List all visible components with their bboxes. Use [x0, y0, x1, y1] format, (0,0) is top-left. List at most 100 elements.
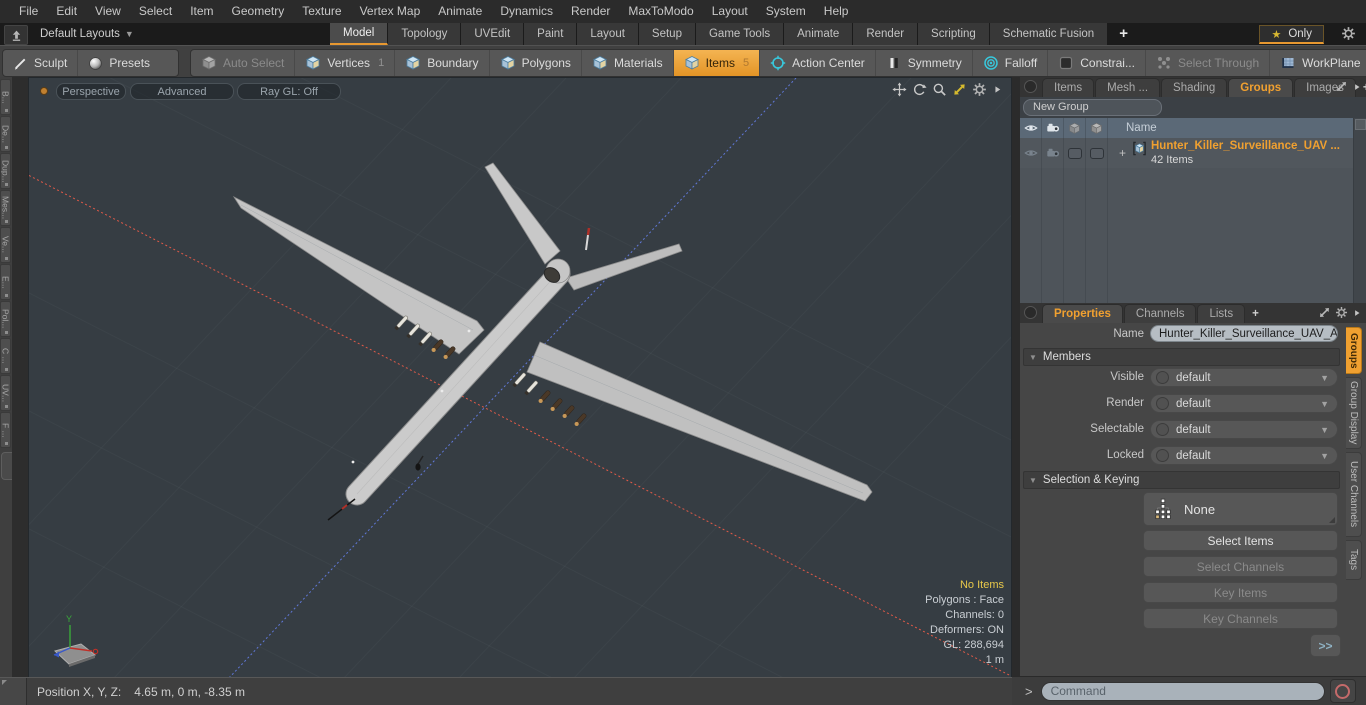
- locked-dropdown[interactable]: default ▼: [1150, 446, 1338, 465]
- expand-panel-icon[interactable]: [1335, 80, 1348, 93]
- group-list-item-row[interactable]: + Hunter_Killer_Surveillance_UAV ... 42 …: [1020, 138, 1354, 168]
- group-item-name[interactable]: Hunter_Killer_Surveillance_UAV ...: [1151, 140, 1340, 152]
- menu-dynamics[interactable]: Dynamics: [491, 0, 562, 23]
- members-section-header[interactable]: ▼ Members: [1023, 348, 1340, 366]
- menu-vertex-map[interactable]: Vertex Map: [351, 0, 430, 23]
- select-items-button[interactable]: Select Items: [1143, 530, 1338, 551]
- menu-file[interactable]: File: [10, 0, 47, 23]
- left-tab-edge[interactable]: E...: [0, 264, 11, 300]
- channel-circle-icon[interactable]: [1156, 449, 1169, 462]
- layout-tab-model[interactable]: Model: [330, 23, 389, 45]
- polygons-button[interactable]: Polygons: [490, 50, 582, 76]
- layout-tab-setup[interactable]: Setup: [638, 23, 696, 45]
- item-visibility-toggle[interactable]: [1020, 138, 1042, 168]
- panel-gear-icon[interactable]: [1335, 306, 1348, 319]
- render-dropdown[interactable]: default ▼: [1150, 394, 1338, 413]
- more-options-button[interactable]: >>: [1310, 634, 1341, 657]
- layout-tab-uvedit[interactable]: UVEdit: [461, 23, 525, 45]
- left-tab-uv[interactable]: UV...: [0, 375, 11, 411]
- layout-tab-add[interactable]: +: [1108, 23, 1140, 45]
- side-tab-group-display[interactable]: Group Display: [1346, 377, 1362, 449]
- menu-help[interactable]: Help: [815, 0, 858, 23]
- menu-layout[interactable]: Layout: [703, 0, 757, 23]
- group-list-scrollbar[interactable]: [1353, 118, 1366, 303]
- visible-dropdown[interactable]: default ▼: [1150, 368, 1338, 387]
- menu-edit[interactable]: Edit: [47, 0, 86, 23]
- zoom-icon[interactable]: [932, 82, 947, 97]
- tab-lists[interactable]: Lists: [1197, 304, 1246, 323]
- item-checkbox-2[interactable]: [1086, 138, 1108, 168]
- cube-column-header[interactable]: [1086, 118, 1108, 138]
- layout-tab-topology[interactable]: Topology: [388, 23, 462, 45]
- left-tab-basic[interactable]: B...: [0, 79, 11, 115]
- tab-shading[interactable]: Shading: [1161, 78, 1228, 97]
- group-name-input[interactable]: Hunter_Killer_Surveillance_UAV_Arme: [1150, 325, 1338, 342]
- status-corner-handle[interactable]: [0, 678, 27, 705]
- key-items-button[interactable]: Key Items: [1143, 582, 1338, 603]
- left-tab-vertex[interactable]: Ve...: [0, 227, 11, 263]
- pan-icon[interactable]: [892, 82, 907, 97]
- viewport-more-icon[interactable]: [992, 84, 1003, 95]
- select-channels-button[interactable]: Select Channels: [1143, 556, 1338, 577]
- boundary-button[interactable]: Boundary: [395, 50, 490, 76]
- menu-system[interactable]: System: [757, 0, 815, 23]
- left-tab-curves[interactable]: C ...: [0, 338, 11, 374]
- presets-button[interactable]: Presets: [78, 50, 178, 76]
- layout-tab-render[interactable]: Render: [853, 23, 919, 45]
- tab-properties[interactable]: Properties: [1042, 304, 1123, 323]
- layout-tab-game-tools[interactable]: Game Tools: [695, 23, 785, 45]
- menu-render[interactable]: Render: [562, 0, 619, 23]
- maximize-icon[interactable]: [952, 82, 967, 97]
- left-tab-falloffs[interactable]: F ...: [0, 412, 11, 448]
- channel-circle-icon[interactable]: [1156, 423, 1169, 436]
- channel-circle-icon[interactable]: [1156, 371, 1169, 384]
- viewport-3d[interactable]: Y Perspective Advanced Ray GL: Off No It…: [28, 77, 1012, 678]
- viewport-settings-gear-icon[interactable]: [972, 82, 987, 97]
- ray-gl-button[interactable]: Ray GL: Off: [237, 83, 341, 100]
- name-column-header[interactable]: Name: [1126, 122, 1157, 134]
- view-mode-button[interactable]: Perspective: [56, 83, 126, 100]
- select-through-button[interactable]: Select Through: [1146, 50, 1271, 76]
- left-tab-duplicate[interactable]: Dup...: [0, 153, 11, 189]
- new-group-button[interactable]: New Group: [1023, 99, 1162, 116]
- auto-select-button[interactable]: Auto Select: [191, 50, 296, 76]
- channel-circle-icon[interactable]: [1156, 397, 1169, 410]
- panel-more-icon[interactable]: [1352, 82, 1362, 92]
- layout-settings-button[interactable]: [1341, 26, 1356, 41]
- left-tab-mesh[interactable]: Mes...: [0, 190, 11, 226]
- layout-tab-paint[interactable]: Paint: [524, 23, 578, 45]
- menu-animate[interactable]: Animate: [429, 0, 491, 23]
- tab-mesh-ops[interactable]: Mesh ...: [1095, 78, 1161, 97]
- side-tab-groups[interactable]: Groups: [1346, 327, 1362, 374]
- default-layouts-dropdown[interactable]: Default Layouts ▼: [40, 23, 134, 45]
- menu-texture[interactable]: Texture: [293, 0, 350, 23]
- record-macro-button[interactable]: [1329, 679, 1356, 703]
- selection-set-dropdown[interactable]: None: [1143, 492, 1338, 526]
- item-render-toggle[interactable]: [1042, 138, 1064, 168]
- key-channels-button[interactable]: Key Channels: [1143, 608, 1338, 629]
- expand-item-icon[interactable]: +: [1119, 146, 1126, 160]
- constraints-button[interactable]: Constrai...: [1048, 50, 1146, 76]
- panel-splitter[interactable]: [1012, 77, 1020, 678]
- orbit-icon[interactable]: [912, 82, 927, 97]
- tab-items[interactable]: Items: [1042, 78, 1095, 97]
- layout-tab-layout[interactable]: Layout: [577, 23, 639, 45]
- materials-button[interactable]: Materials: [582, 50, 674, 76]
- menu-geometry[interactable]: Geometry: [223, 0, 294, 23]
- layout-tab-schematic-fusion[interactable]: Schematic Fusion: [989, 23, 1109, 45]
- command-input[interactable]: [1040, 681, 1325, 701]
- side-tab-user-channels[interactable]: User Channels: [1346, 452, 1362, 537]
- item-checkbox-1[interactable]: [1064, 138, 1086, 168]
- tab-channels[interactable]: Channels: [1123, 304, 1197, 323]
- only-filter-button[interactable]: ★ Only: [1259, 25, 1324, 44]
- panel-menu-icon[interactable]: [1024, 80, 1037, 93]
- menu-select[interactable]: Select: [130, 0, 181, 23]
- layout-up-button[interactable]: [4, 25, 28, 45]
- selection-keying-section-header[interactable]: ▼ Selection & Keying: [1023, 471, 1340, 489]
- vertices-button[interactable]: Vertices 1: [295, 50, 396, 76]
- cube-outline-column-header[interactable]: [1064, 118, 1086, 138]
- menu-item[interactable]: Item: [181, 0, 222, 23]
- items-button[interactable]: Items 5: [673, 50, 761, 76]
- left-tab-polygon[interactable]: Pol...: [0, 301, 11, 337]
- shading-mode-button[interactable]: Advanced: [130, 83, 234, 100]
